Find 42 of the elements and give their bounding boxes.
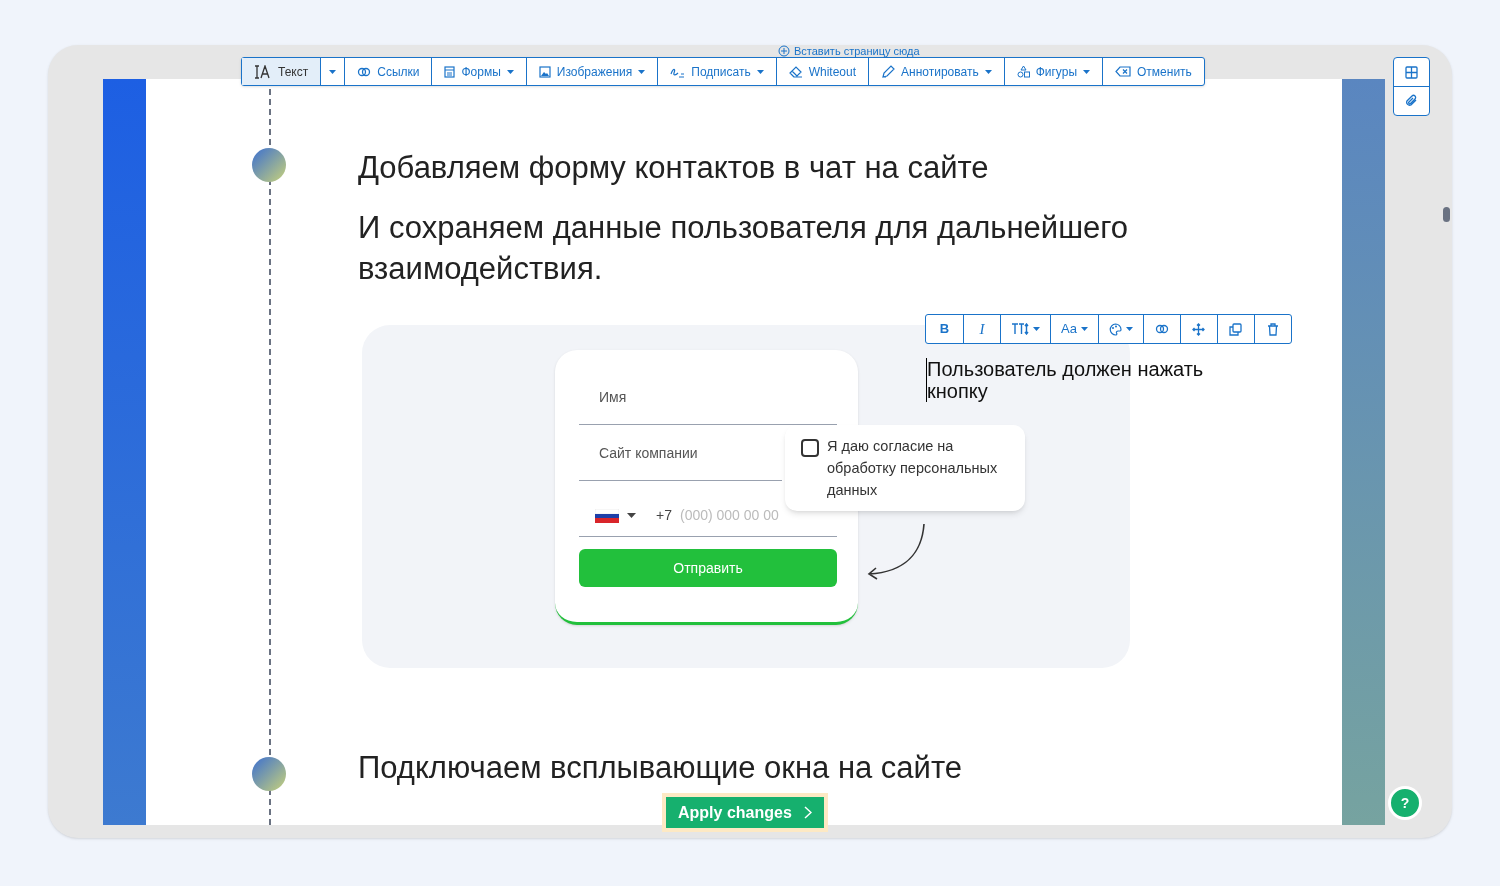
copy-icon xyxy=(1229,322,1243,336)
input-field[interactable]: Сайт компании xyxy=(579,425,782,481)
toolbar-button[interactable]: Фигуры xyxy=(1003,58,1102,85)
pen-icon xyxy=(881,64,895,79)
caret-icon xyxy=(329,69,337,74)
format-button[interactable]: B xyxy=(926,315,963,343)
toolbar-button[interactable]: Изображения xyxy=(525,58,658,85)
flag-icon xyxy=(595,508,619,523)
caret-icon xyxy=(627,513,636,518)
palette-icon xyxy=(1108,322,1122,336)
chevron-right-icon xyxy=(803,806,812,819)
input-field[interactable]: Имя xyxy=(579,369,837,425)
toolbar-button[interactable]: Формы xyxy=(431,58,526,85)
curved-arrow xyxy=(866,522,926,580)
heading: Подключаем всплывающие окна на сайте xyxy=(358,749,962,787)
subheading: И сохраняем данные пользователя для дальнейшего взаимодействия. xyxy=(358,209,1130,288)
format-button[interactable]: Aa xyxy=(1050,315,1098,343)
trash-icon xyxy=(1266,322,1279,336)
image-icon xyxy=(538,65,551,78)
move-icon xyxy=(1192,322,1206,336)
form-icon xyxy=(444,65,456,78)
backspace-icon xyxy=(1115,66,1131,77)
text-cursor-icon xyxy=(254,64,272,79)
checkbox[interactable] xyxy=(801,439,819,457)
toolbar-button[interactable]: Подписать xyxy=(657,58,776,85)
toolbar-button[interactable]: Отменить xyxy=(1102,58,1204,85)
link-icon xyxy=(357,66,372,77)
toolbar-button[interactable]: Ссылки xyxy=(344,58,432,85)
toolbar-button[interactable]: Whiteout xyxy=(775,58,868,85)
text-size-icon xyxy=(1011,323,1029,335)
consent-label: Я даю согласие на обработку персональных данных xyxy=(827,437,999,500)
format-button[interactable]: I xyxy=(963,315,1000,343)
toolbar-button[interactable]: Аннотировать xyxy=(868,58,1004,85)
note-text: Пользователь должен нажать кнопку xyxy=(926,358,1246,402)
scrollbar-thumb xyxy=(1443,207,1450,222)
heading: Добавляем форму контактов в чат на сайте xyxy=(358,149,989,187)
eraser-icon xyxy=(788,65,803,78)
link-icon xyxy=(1154,324,1169,334)
insert-page-link[interactable]: Вставить страницу сюда xyxy=(778,44,920,58)
shapes-icon xyxy=(1016,65,1030,78)
phone-input[interactable]: (000) 000 00 00 xyxy=(679,505,790,526)
toolbar-button[interactable]: Текст xyxy=(242,58,321,85)
